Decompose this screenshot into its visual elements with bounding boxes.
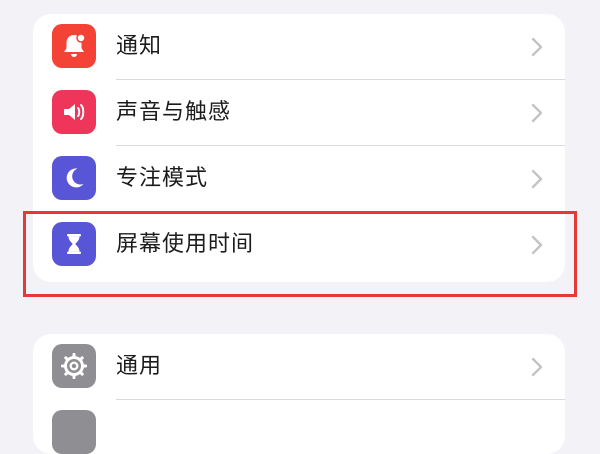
settings-row-label: 通知 — [116, 34, 163, 59]
settings-group-2: 通用 — [33, 334, 565, 454]
control-center-icon — [52, 410, 96, 454]
chevron-right-icon — [531, 103, 543, 123]
settings-row-sounds[interactable]: 声音与触感 — [33, 80, 565, 146]
moon-icon — [52, 156, 96, 200]
settings-row-control-center[interactable] — [33, 400, 565, 454]
bell-icon — [52, 24, 96, 68]
settings-row-label: 声音与触感 — [116, 100, 232, 125]
highlight-box — [23, 211, 577, 297]
chevron-right-icon — [531, 169, 543, 189]
settings-row-general[interactable]: 通用 — [33, 334, 565, 400]
chevron-right-icon — [531, 37, 543, 57]
gear-icon — [52, 344, 96, 388]
settings-row-label: 通用 — [116, 354, 163, 379]
settings-row-focus[interactable]: 专注模式 — [33, 146, 565, 212]
settings-row-notifications[interactable]: 通知 — [33, 14, 565, 80]
chevron-right-icon — [531, 357, 543, 377]
settings-row-label: 专注模式 — [116, 166, 209, 191]
speaker-icon — [52, 90, 96, 134]
